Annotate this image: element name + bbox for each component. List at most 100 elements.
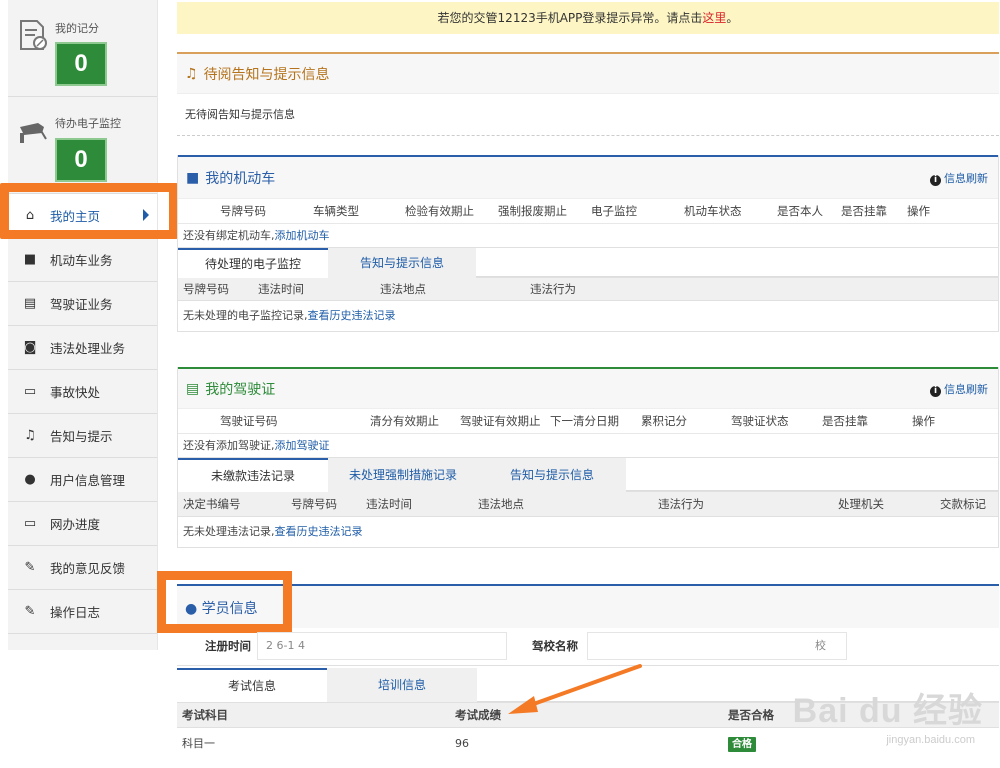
add-license-link[interactable]: 添加驾驶证 <box>275 439 330 452</box>
pass-badge: 合格 <box>728 737 756 752</box>
sidebar-item-label: 操作日志 <box>50 605 101 620</box>
truck-icon: ■ <box>23 252 37 267</box>
monitor-empty-row: 无未处理的电子监控记录,查看历史违法记录 <box>178 301 998 331</box>
col-header: 电子监控 <box>591 204 637 218</box>
col-header: 违法时间 <box>366 497 412 511</box>
col-header: 违法地点 <box>478 497 524 511</box>
history-violation-link[interactable]: 查看历史违法记录 <box>275 525 363 538</box>
car-icon: ▭ <box>23 384 37 399</box>
col-header: 驾驶证有效期止 <box>460 414 541 428</box>
score-card[interactable]: 我的记分 0 <box>8 0 157 97</box>
card-icon: ▤ <box>186 380 200 397</box>
vehicles-empty-row: 还没有绑定机动车,添加机动车 <box>178 223 998 247</box>
feedback-icon: ✎ <box>24 560 36 575</box>
sidebar-item-accident[interactable]: ▭ 事故快处 <box>8 370 157 414</box>
refresh-label: 信息刷新 <box>944 171 988 185</box>
col-header: 操作 <box>907 204 930 218</box>
notices-panel: ♫ 待阅告知与提示信息 无待阅告知与提示信息 <box>177 52 999 136</box>
banner-end: 。 <box>726 11 739 25</box>
exam-subject: 科目一 <box>182 737 215 750</box>
add-vehicle-link[interactable]: 添加机动车 <box>275 229 330 242</box>
license-panel: ▤ 我的驾驶证 i 信息刷新 驾驶证号码 清分有效期止 驾驶证有效期止 下一清分日… <box>177 367 999 548</box>
sidebar-item-label: 我的主页 <box>50 209 101 224</box>
sidebar-item-log[interactable]: ✎ 操作日志 <box>8 590 157 634</box>
empty-text: 还没有绑定机动车, <box>183 229 275 242</box>
tab-license-notices[interactable]: 告知与提示信息 <box>478 458 626 492</box>
chevron-right-icon <box>143 209 149 221</box>
monitor-table-header: 号牌号码 违法时间 违法地点 违法行为 <box>178 277 998 301</box>
student-tabs: 考试信息 培训信息 <box>177 668 999 702</box>
col-header: 机动车状态 <box>684 204 742 218</box>
document-icon <box>20 20 47 50</box>
sidebar-item-license[interactable]: ▤ 驾驶证业务 <box>8 282 157 326</box>
student-title: ● 学员信息 <box>185 598 258 618</box>
camera-monitor-icon <box>20 123 47 143</box>
license-tabs: 未缴款违法记录 未处理强制措施记录 告知与提示信息 <box>178 457 998 492</box>
info-icon: i <box>930 174 941 186</box>
tab-vehicle-notices[interactable]: 告知与提示信息 <box>328 248 476 278</box>
banner-link[interactable]: 这里 <box>702 11 726 25</box>
tab-training-info[interactable]: 培训信息 <box>327 668 477 702</box>
license-empty-row: 还没有添加驾驶证,添加驾驶证 <box>178 433 998 457</box>
col-header: 操作 <box>912 414 935 428</box>
col-header: 下一清分日期 <box>550 414 619 428</box>
sidebar-item-label: 我的意见反馈 <box>50 561 126 576</box>
student-tabs-panel: 考试信息 培训信息 考试科目 考试成绩 是否合格 科目一 96 合格 <box>177 668 999 760</box>
tab-unpaid-violations[interactable]: 未缴款违法记录 <box>178 458 328 492</box>
sidebar-item-notice[interactable]: ♫ 告知与提示 <box>8 414 157 458</box>
history-violation-link[interactable]: 查看历史违法记录 <box>308 309 396 322</box>
col-header: 是否挂靠 <box>841 204 887 218</box>
empty-text: 无未处理的电子监控记录, <box>183 309 308 322</box>
col-header: 号牌号码 <box>183 282 229 296</box>
card-icon: ▤ <box>23 296 37 311</box>
license-table-header: 驾驶证号码 清分有效期止 驾驶证有效期止 下一清分日期 累积记分 驾驶证状态 是… <box>178 409 998 433</box>
sidebar-item-label: 事故快处 <box>50 385 101 400</box>
col-header: 违法地点 <box>380 282 426 296</box>
col-header: 违法时间 <box>258 282 304 296</box>
exam-row: 科目一 96 合格 <box>177 728 999 760</box>
sidebar-item-label: 驾驶证业务 <box>50 297 113 312</box>
violation-table-header: 决定书编号 号牌号码 违法时间 违法地点 违法行为 处理机关 交款标记 <box>178 491 998 517</box>
sidebar-item-feedback[interactable]: ✎ 我的意见反馈 <box>8 546 157 590</box>
tab-exam-info[interactable]: 考试信息 <box>177 668 327 702</box>
log-icon: ✎ <box>24 604 36 619</box>
sidebar-item-label: 网办进度 <box>50 517 101 532</box>
info-icon: i <box>930 385 941 397</box>
exam-table-header: 考试科目 考试成绩 是否合格 <box>177 702 999 728</box>
sidebar-item-progress[interactable]: ▭ 网办进度 <box>8 502 157 546</box>
vehicles-refresh-button[interactable]: i 信息刷新 <box>930 170 988 186</box>
empty-text: 无未处理违法记录, <box>183 525 275 538</box>
sidebar-item-vehicle[interactable]: ■ 机动车业务 <box>8 238 157 282</box>
col-header: 号牌号码 <box>291 497 337 511</box>
sidebar-item-home[interactable]: ⌂ 我的主页 <box>8 194 157 238</box>
col-header: 交款标记 <box>940 497 986 511</box>
student-title-text: 学员信息 <box>201 601 258 617</box>
page: 我的记分 0 待办电子监控 0 ⌂ 我的主页 ■ 机动车业务 ▤ 驾驶证业务 ◙ <box>0 0 1000 768</box>
exam-score: 96 <box>455 737 469 750</box>
reg-time-value: 2 6-1 4 <box>257 632 507 660</box>
monitor-label: 待办电子监控 <box>55 117 121 130</box>
col-header: 是否本人 <box>777 204 823 218</box>
license-refresh-button[interactable]: i 信息刷新 <box>930 381 988 397</box>
student-registration-row: 注册时间 2 6-1 4 驾校名称 校 <box>177 628 999 666</box>
bell-icon: ♫ <box>24 428 36 443</box>
sidebar-item-user[interactable]: ● 用户信息管理 <box>8 458 157 502</box>
monitor-card[interactable]: 待办电子监控 0 <box>8 97 157 194</box>
license-title-text: 我的驾驶证 <box>205 381 276 398</box>
col-header: 强制报废期止 <box>498 204 567 218</box>
vehicles-title: ■ 我的机动车 i 信息刷新 <box>178 155 998 199</box>
col-header: 驾驶证号码 <box>220 414 278 428</box>
col-header: 清分有效期止 <box>370 414 439 428</box>
col-header: 号牌号码 <box>220 204 266 218</box>
reg-time-text: 2 6-1 4 <box>266 639 305 652</box>
score-label: 我的记分 <box>55 22 99 35</box>
sidebar-item-violation[interactable]: ◙ 违法处理业务 <box>8 326 157 370</box>
col-header: 是否挂靠 <box>822 414 868 428</box>
sidebar: 我的记分 0 待办电子监控 0 ⌂ 我的主页 ■ 机动车业务 ▤ 驾驶证业务 ◙ <box>8 0 158 650</box>
user-icon: ● <box>24 472 36 487</box>
tab-enforcement-records[interactable]: 未处理强制措施记录 <box>328 458 478 492</box>
user-icon: ● <box>185 601 198 617</box>
empty-text: 还没有添加驾驶证, <box>183 439 275 452</box>
col-header: 驾驶证状态 <box>731 414 789 428</box>
tab-pending-monitor[interactable]: 待处理的电子监控 <box>178 248 328 278</box>
